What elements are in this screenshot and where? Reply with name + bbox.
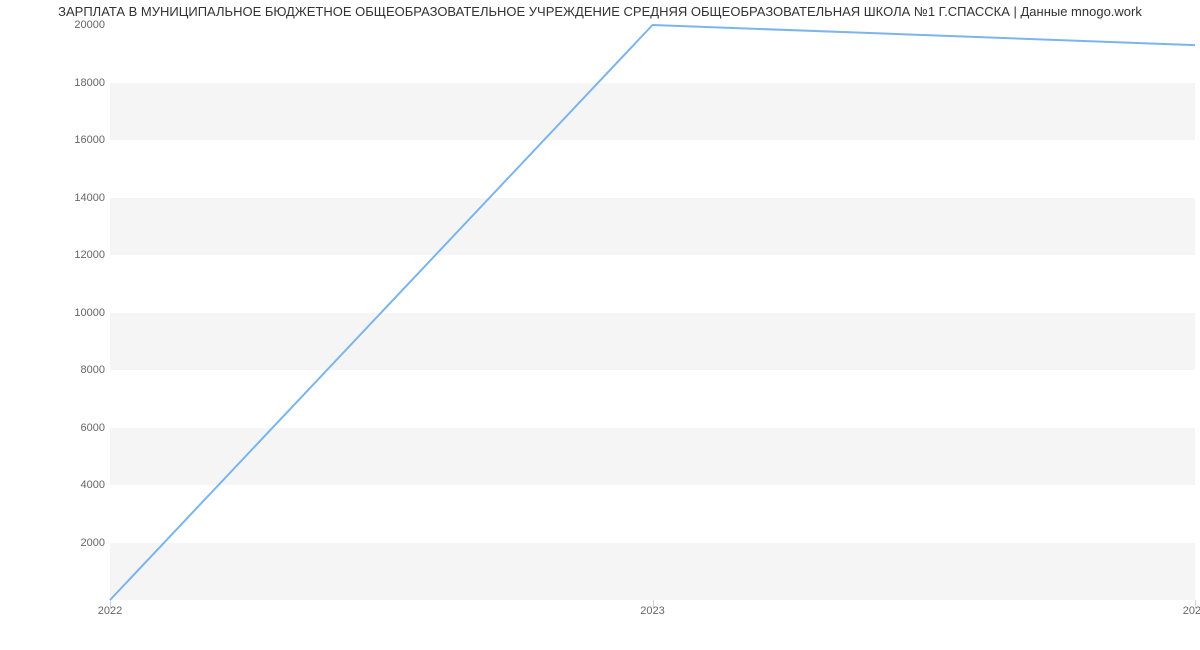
salary-chart: ЗАРПЛАТА В МУНИЦИПАЛЬНОЕ БЮДЖЕТНОЕ ОБЩЕО… — [0, 0, 1200, 650]
y-tick-label: 12000 — [74, 249, 105, 261]
x-tick-label: 2024 — [1183, 605, 1200, 617]
y-tick-label: 2000 — [81, 537, 105, 549]
y-tick-label: 6000 — [81, 422, 105, 434]
y-tick-label: 18000 — [74, 77, 105, 89]
line-layer — [110, 25, 1195, 600]
y-tick-label: 20000 — [74, 19, 105, 31]
y-tick-label: 4000 — [81, 479, 105, 491]
y-tick-label: 16000 — [74, 134, 105, 146]
chart-title: ЗАРПЛАТА В МУНИЦИПАЛЬНОЕ БЮДЖЕТНОЕ ОБЩЕО… — [0, 4, 1200, 19]
x-tick-label: 2022 — [98, 605, 122, 617]
y-tick-label: 10000 — [74, 307, 105, 319]
y-tick-label: 14000 — [74, 192, 105, 204]
y-tick-label: 8000 — [81, 364, 105, 376]
x-tick-label: 2023 — [640, 605, 664, 617]
series-line — [110, 25, 1195, 600]
